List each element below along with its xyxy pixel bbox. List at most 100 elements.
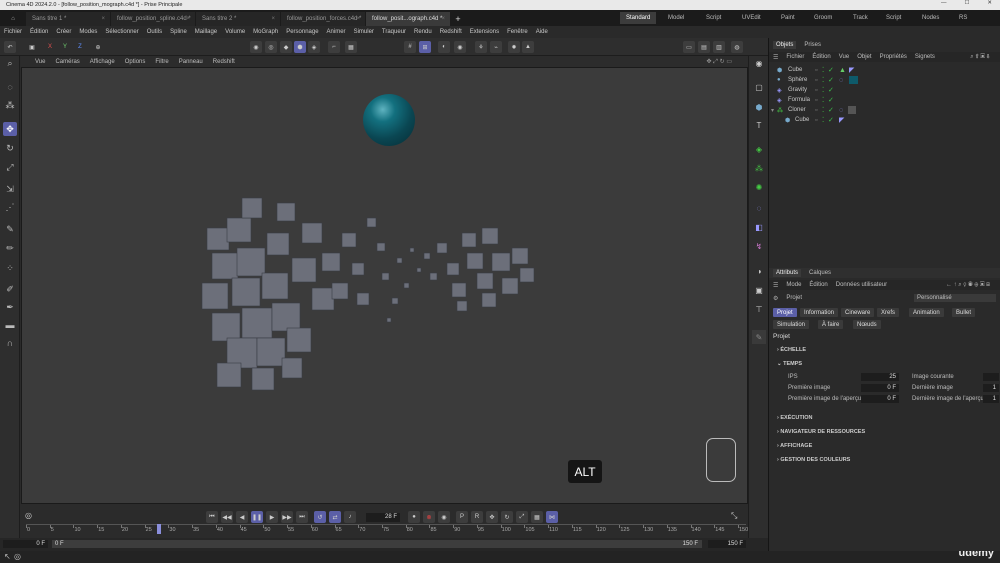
enabled-check-icon[interactable]: ✓: [828, 97, 835, 104]
attributes-menu-icon[interactable]: ☰: [773, 282, 778, 289]
object-row-child-cube[interactable]: ⬢ Cube ▫ ⁚ ✓ ◤: [769, 115, 1000, 125]
group-echelle[interactable]: › ÉCHELLE: [777, 347, 806, 353]
timeline-ruler[interactable]: 0 5 10 15 20 25 30 35 40 45 50 55 60 65 70 75 80 85 90 95 10…: [26, 524, 748, 534]
measure-icon[interactable]: ▬: [3, 318, 17, 332]
render-region-icon[interactable]: ◉: [752, 56, 766, 70]
view-menu-filtre[interactable]: Filtre: [155, 59, 168, 65]
group-temps[interactable]: ⌄ TEMPS: [777, 361, 802, 367]
position-key-icon[interactable]: P: [456, 511, 468, 523]
menu-traqueur[interactable]: Traqueur: [382, 29, 406, 35]
attributes-nav-icons[interactable]: ← ↑ ⌕ ⚲ ◉ ⊕ ▣ ⊞: [946, 282, 990, 289]
objects-menu-fichier[interactable]: Fichier: [786, 54, 804, 60]
layout-nodes[interactable]: Nodes: [922, 12, 939, 24]
current-frame-field[interactable]: 28 F: [366, 513, 400, 522]
menu-outils[interactable]: Outils: [147, 29, 162, 35]
enabled-check-icon[interactable]: ✓: [828, 117, 835, 124]
tab-calques[interactable]: Calques: [809, 270, 831, 276]
menu-fichier[interactable]: Fichier: [4, 29, 22, 35]
light-icon[interactable]: ✹: [508, 41, 520, 53]
cube-primitive-icon[interactable]: ▢: [752, 80, 766, 94]
lasso-icon[interactable]: ⁂: [3, 98, 17, 112]
enabled-check-icon[interactable]: ✓: [828, 77, 835, 84]
rigid-body-tag-icon[interactable]: ▲: [839, 67, 846, 74]
close-icon[interactable]: ✕: [987, 0, 992, 6]
layout-groom[interactable]: Groom: [814, 12, 832, 24]
new-tab-icon[interactable]: +: [451, 12, 465, 26]
go-to-end-icon[interactable]: ⏭: [296, 511, 308, 523]
doc-tab-2[interactable]: follow_position_spline.c4d * ×: [111, 12, 195, 26]
edges-mode-icon[interactable]: ◎: [265, 41, 277, 53]
sculpt-icon[interactable]: ✐: [3, 282, 17, 296]
timeline-playhead[interactable]: [156, 524, 161, 534]
deformer-palette-icon[interactable]: ◌: [752, 201, 766, 215]
next-key-icon[interactable]: ▶▶: [281, 511, 293, 523]
mograph-icon[interactable]: ⚘: [475, 41, 487, 53]
go-to-start-icon[interactable]: ⏮: [206, 511, 218, 523]
derniere-image-field[interactable]: 1: [983, 384, 999, 392]
subtab-animation[interactable]: Animation: [909, 308, 944, 317]
collapse-arrow-icon[interactable]: ▾: [771, 107, 774, 114]
menu-extensions[interactable]: Extensions: [470, 29, 499, 35]
redshift-icon[interactable]: ◍: [731, 41, 743, 53]
picture-viewer-icon[interactable]: ▥: [713, 41, 725, 53]
layer-icon[interactable]: ▫: [815, 67, 822, 74]
menu-fenetre[interactable]: Fenêtre: [507, 29, 528, 35]
objects-menu-signets[interactable]: Signets: [915, 54, 935, 60]
snap-icon[interactable]: ▦: [345, 41, 357, 53]
object-mode-icon[interactable]: ⬢: [294, 41, 306, 53]
view-menu-options[interactable]: Options: [125, 59, 146, 65]
menu-selectionner[interactable]: Sélectionner: [105, 29, 138, 35]
object-row-cube[interactable]: ⬢ Cube ▫ ⁚ ✓ ▲ ◤: [769, 65, 1000, 75]
workplane-icon[interactable]: ⌐: [328, 41, 340, 53]
spline-icon[interactable]: ↯: [752, 239, 766, 253]
attributes-menu-mode[interactable]: Mode: [786, 282, 801, 288]
quantize-icon[interactable]: ⊞: [419, 41, 431, 53]
objects-menu-proprietes[interactable]: Propriétés: [880, 54, 907, 60]
next-frame-icon[interactable]: ▶: [266, 511, 278, 523]
tag-icon[interactable]: ◌: [839, 77, 846, 84]
close-tab-icon[interactable]: ×: [186, 16, 190, 22]
tab-attributs[interactable]: Attributs: [773, 269, 802, 277]
rotate-key-icon[interactable]: ↻: [501, 511, 513, 523]
subtab-xrefs[interactable]: Xrefs: [877, 308, 900, 317]
material-tag-icon[interactable]: [848, 106, 856, 114]
object-row-gravity[interactable]: ◈ Gravity ▫ ⁚ ✓: [769, 85, 1000, 95]
brush-icon[interactable]: ✏: [3, 241, 17, 255]
close-tab-icon[interactable]: ×: [101, 16, 105, 22]
coordinate-system-icon[interactable]: ⊕: [92, 41, 104, 53]
render-picture-icon[interactable]: ◉: [454, 41, 466, 53]
premiere-apercu-field[interactable]: 0 F: [861, 395, 899, 403]
menu-creer[interactable]: Créer: [56, 29, 71, 35]
deformer-icon[interactable]: ⌁: [490, 41, 502, 53]
menu-mograph[interactable]: MoGraph: [253, 29, 278, 35]
field-icon[interactable]: ◧: [752, 220, 766, 234]
3d-viewport[interactable]: ALT: [21, 67, 748, 504]
layer-icon[interactable]: ▫: [815, 117, 822, 124]
cloner-icon[interactable]: ⁂: [752, 161, 766, 175]
record-icon[interactable]: ●: [408, 511, 420, 523]
layout-script-2[interactable]: Script: [886, 12, 901, 24]
tag-icon[interactable]: ◤: [839, 117, 846, 124]
object-row-cloner[interactable]: ▾ ⁂ Cloner ▫ ⁚ ✓ ◌: [769, 105, 1000, 115]
group-affichage[interactable]: › AFFICHAGE: [777, 443, 812, 449]
autokey-icon[interactable]: ⊗: [423, 511, 435, 523]
subtab-simulation[interactable]: Simulation: [773, 320, 810, 329]
python-icon[interactable]: ✎: [752, 330, 766, 344]
polygons-mode-icon[interactable]: ◆: [280, 41, 292, 53]
view-menu-vue[interactable]: Vue: [35, 59, 45, 65]
rotation-key-icon[interactable]: R: [471, 511, 483, 523]
menu-animer[interactable]: Animer: [327, 29, 346, 35]
doc-tab-5[interactable]: follow_posit...ograph.c4d * ×: [366, 12, 450, 26]
menu-modes[interactable]: Modes: [79, 29, 97, 35]
spline-pen-icon[interactable]: ✒: [3, 300, 17, 314]
view-menu-affichage[interactable]: Affichage: [90, 59, 115, 65]
layout-standard[interactable]: Standard: [620, 12, 657, 24]
effector-icon[interactable]: ✺: [752, 180, 766, 194]
knife-icon[interactable]: ✎: [3, 222, 17, 236]
layout-script[interactable]: Script: [706, 12, 721, 24]
subtab-projet[interactable]: Projet: [773, 308, 797, 317]
layer-icon[interactable]: ▫: [815, 87, 822, 94]
cube-object-icon[interactable]: ⬢: [752, 100, 766, 114]
sound-icon[interactable]: ♪: [344, 511, 356, 523]
camera-icon[interactable]: ▲: [522, 41, 534, 53]
